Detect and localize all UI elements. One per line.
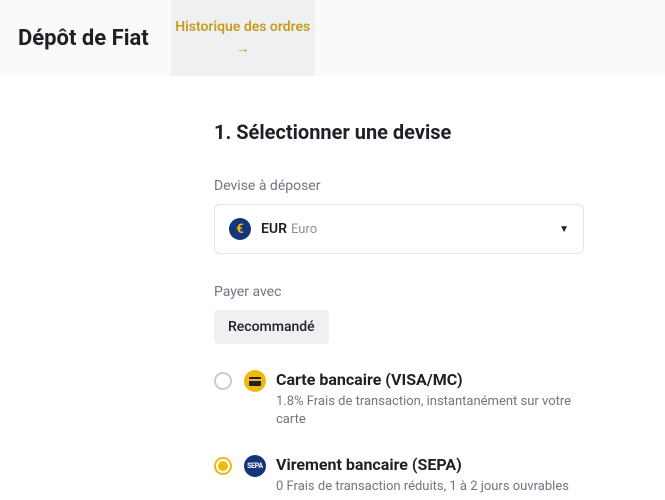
radio-sepa[interactable]: [214, 457, 232, 475]
recommended-chip[interactable]: Recommandé: [214, 310, 329, 344]
currency-select[interactable]: € EUR Euro ▼: [214, 204, 584, 254]
chevron-down-icon: ▼: [559, 224, 569, 235]
method-sepa-desc: 0 Frais de transaction réduits, 1 à 2 jo…: [276, 478, 584, 496]
step-title: 1. Sélectionner une devise: [214, 120, 600, 144]
currency-label: Devise à déposer: [214, 178, 600, 194]
page-title: Dépôt de Fiat: [0, 0, 171, 76]
arrow-right-icon: →: [236, 40, 250, 58]
payment-method-sepa[interactable]: SEPA Virement bancaire (SEPA) 0 Frais de…: [214, 455, 584, 496]
card-icon: [244, 370, 266, 392]
currency-name: Euro: [291, 222, 317, 237]
currency-code: EUR: [261, 221, 287, 237]
euro-icon: €: [229, 218, 251, 240]
method-sepa-text: Virement bancaire (SEPA) 0 Frais de tran…: [276, 455, 584, 496]
order-history-label: Historique des ordres: [175, 18, 310, 36]
main-content: 1. Sélectionner une devise Devise à dépo…: [0, 76, 600, 497]
sepa-icon: SEPA: [244, 455, 266, 477]
method-card-desc: 1.8% Frais de transaction, instantanémen…: [276, 393, 584, 429]
payment-method-card[interactable]: Carte bancaire (VISA/MC) 1.8% Frais de t…: [214, 370, 584, 429]
method-card-text: Carte bancaire (VISA/MC) 1.8% Frais de t…: [276, 370, 584, 429]
radio-card[interactable]: [214, 372, 232, 390]
pay-with-label: Payer avec: [214, 284, 600, 300]
order-history-link[interactable]: Historique des ordres →: [171, 0, 315, 76]
header: Dépôt de Fiat Historique des ordres →: [0, 0, 665, 76]
method-sepa-title: Virement bancaire (SEPA): [276, 455, 584, 474]
method-card-title: Carte bancaire (VISA/MC): [276, 370, 584, 389]
